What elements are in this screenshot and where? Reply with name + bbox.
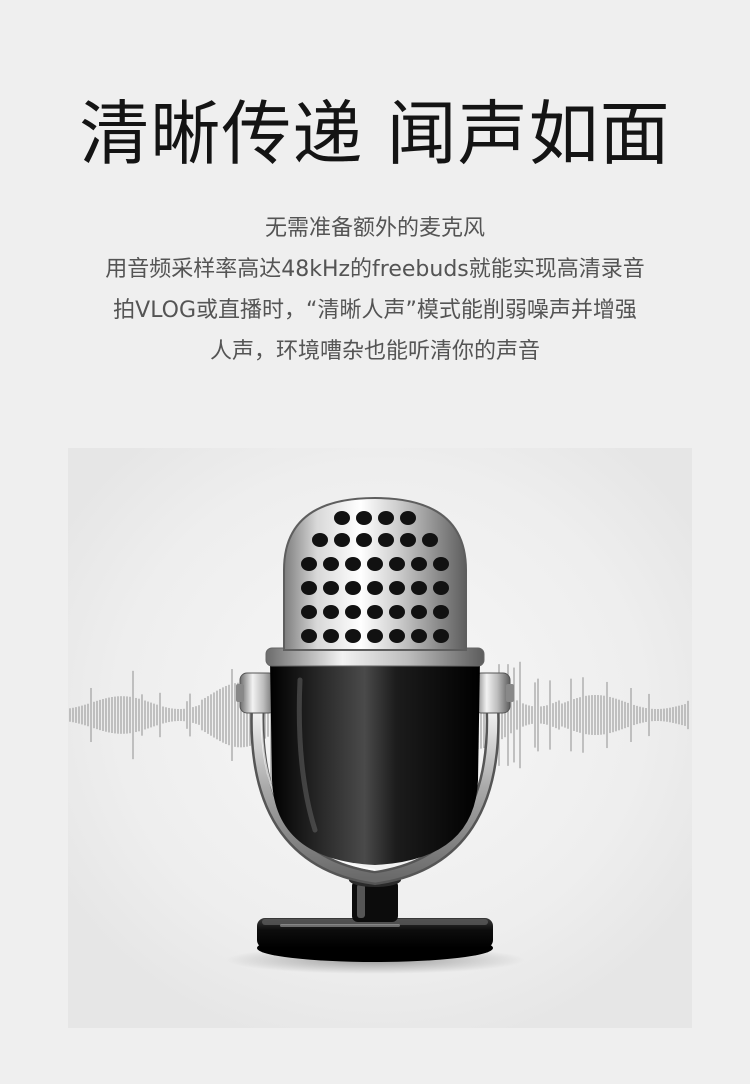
description-line: 人声，环境嘈杂也能听清你的声音 <box>209 339 540 364</box>
grille-hole <box>433 557 449 571</box>
grille-hole <box>345 581 361 595</box>
grille-hole <box>323 605 339 619</box>
grille-hole <box>323 629 339 643</box>
microphone-knob-left <box>236 672 277 714</box>
grille-hole <box>400 533 416 547</box>
description-line: 拍VLOG或直播时，“清晰人声”模式能削弱噪声并增强 <box>113 298 637 323</box>
grille-hole <box>389 629 405 643</box>
grille-hole <box>433 581 449 595</box>
grille-hole <box>345 605 361 619</box>
description-line: 用音频采样率高达48kHz的freebuds就能实现高清录音 <box>105 257 645 282</box>
grille-hole <box>345 629 361 643</box>
grille-hole <box>334 533 350 547</box>
grille-hole <box>389 605 405 619</box>
grille-hole <box>301 557 317 571</box>
grille-hole <box>378 511 394 525</box>
microphone-illustration <box>0 440 750 1040</box>
description-line: 无需准备额外的麦克风 <box>264 216 485 241</box>
grille-hole <box>411 581 427 595</box>
grille-hole <box>411 605 427 619</box>
grille-hole <box>345 557 361 571</box>
grille-hole <box>334 511 350 525</box>
grille-hole <box>378 533 394 547</box>
grille-hole <box>301 605 317 619</box>
grille-hole <box>301 581 317 595</box>
grille-hole <box>367 557 383 571</box>
microphone-knob-right <box>473 672 514 714</box>
grille-hole <box>389 581 405 595</box>
microphone-body <box>270 660 480 865</box>
grille-hole <box>356 511 372 525</box>
page-title: 清晰传递 闻声如面 <box>79 93 671 175</box>
grille-hole <box>433 629 449 643</box>
grille-hole <box>367 629 383 643</box>
grille-hole <box>367 605 383 619</box>
grille-hole <box>323 557 339 571</box>
grille-hole <box>400 511 416 525</box>
grille-hole <box>389 557 405 571</box>
grille-hole <box>411 557 427 571</box>
grille-hole <box>356 533 372 547</box>
illustration-canvas <box>68 448 692 1028</box>
grille-hole <box>312 533 328 547</box>
grille-hole <box>301 629 317 643</box>
grille-hole <box>422 533 438 547</box>
microphone-grille <box>283 496 467 651</box>
grille-hole <box>411 629 427 643</box>
grille-hole <box>323 581 339 595</box>
grille-hole <box>433 605 449 619</box>
grille-hole <box>367 581 383 595</box>
microphone-base <box>257 918 493 962</box>
description: 无需准备额外的麦克风 用音频采样率高达48kHz的freebuds就能实现高清录… <box>0 208 750 372</box>
